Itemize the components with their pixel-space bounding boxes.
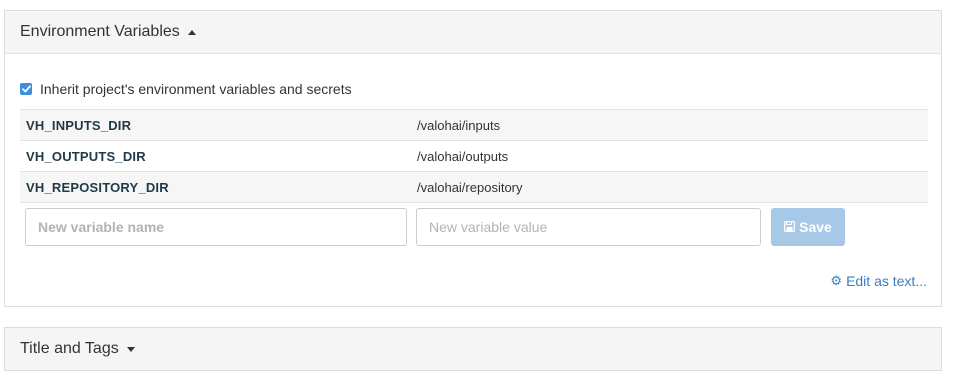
checkmark-icon bbox=[21, 85, 31, 93]
edit-as-text-label: Edit as text... bbox=[846, 273, 927, 289]
floppy-disk-icon bbox=[784, 219, 796, 235]
table-row: VH_INPUTS_DIR /valohai/inputs bbox=[20, 109, 928, 141]
new-variable-value-input[interactable] bbox=[416, 208, 761, 246]
variable-name: VH_REPOSITORY_DIR bbox=[20, 171, 411, 203]
edit-as-text-link[interactable]: ⚙ Edit as text... bbox=[830, 273, 927, 289]
title-and-tags-title: Title and Tags bbox=[20, 340, 119, 357]
inherit-env-option[interactable]: Inherit project's environment variables … bbox=[20, 81, 352, 97]
variable-value: /valohai/outputs bbox=[411, 140, 928, 172]
variable-value: /valohai/repository bbox=[411, 171, 928, 203]
new-variable-name-input[interactable] bbox=[25, 208, 407, 246]
inherit-env-checkbox[interactable] bbox=[20, 83, 32, 95]
variable-name: VH_INPUTS_DIR bbox=[20, 109, 411, 141]
title-and-tags-heading[interactable]: Title and Tags bbox=[5, 328, 941, 370]
title-and-tags-panel: Title and Tags bbox=[4, 327, 942, 371]
environment-variables-panel: Environment Variables Inherit project's … bbox=[4, 10, 942, 307]
variable-name: VH_OUTPUTS_DIR bbox=[20, 140, 411, 172]
caret-down-icon bbox=[126, 346, 135, 352]
save-button-label: Save bbox=[799, 219, 832, 235]
caret-up-icon bbox=[187, 29, 196, 35]
environment-variables-heading[interactable]: Environment Variables bbox=[5, 11, 941, 54]
inherit-env-label: Inherit project's environment variables … bbox=[40, 81, 352, 97]
environment-variables-title: Environment Variables bbox=[20, 23, 180, 40]
gear-icon: ⚙ bbox=[830, 273, 843, 288]
table-row: VH_REPOSITORY_DIR /valohai/repository bbox=[20, 171, 928, 203]
environment-variables-table: VH_INPUTS_DIR /valohai/inputs VH_OUTPUTS… bbox=[20, 109, 928, 203]
save-button[interactable]: Save bbox=[771, 208, 845, 246]
table-row: VH_OUTPUTS_DIR /valohai/outputs bbox=[20, 140, 928, 172]
variable-value: /valohai/inputs bbox=[411, 109, 928, 141]
